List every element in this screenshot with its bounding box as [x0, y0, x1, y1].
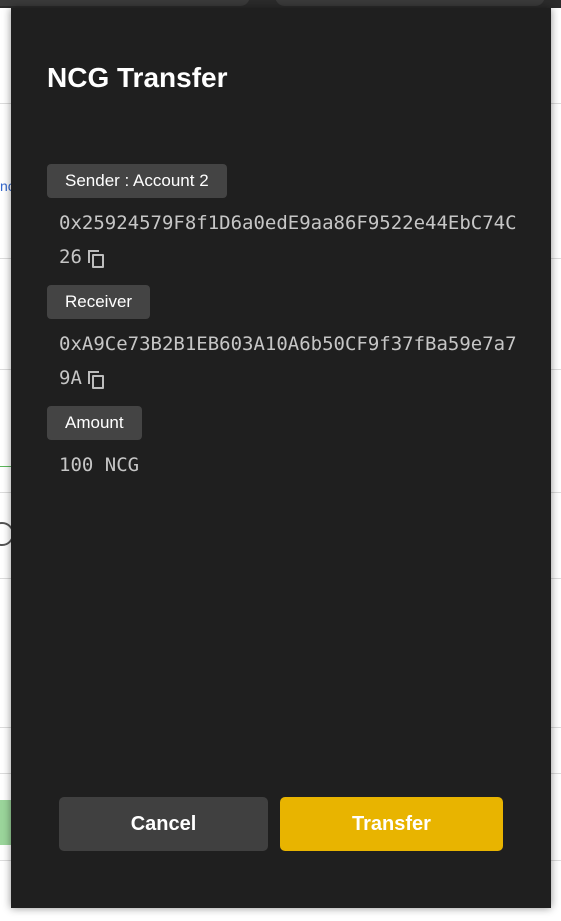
- browser-tab: [0, 0, 250, 6]
- receiver-label: Receiver: [47, 285, 151, 319]
- amount-label: Amount: [47, 406, 142, 440]
- cancel-button[interactable]: Cancel: [59, 797, 268, 851]
- receiver-address: 0xA9Ce73B2B1EB603A10A6b50CF9f37fBa59e7a7…: [59, 333, 517, 389]
- dialog-title: NCG Transfer: [47, 62, 228, 93]
- transfer-button[interactable]: Transfer: [280, 797, 503, 851]
- sender-address-row: 0x25924579F8f1D6a0edE9aa86F9522e44EbC74C…: [59, 206, 519, 274]
- copy-icon[interactable]: [87, 250, 104, 268]
- browser-address-bar: [275, 0, 545, 6]
- sender-address: 0x25924579F8f1D6a0edE9aa86F9522e44EbC74C…: [59, 212, 517, 268]
- receiver-address-row: 0xA9Ce73B2B1EB603A10A6b50CF9f37fBa59e7a7…: [59, 327, 519, 395]
- ncg-transfer-dialog: NCG Transfer Sender : Account 2 0x259245…: [11, 8, 551, 908]
- sender-label: Sender : Account 2: [47, 164, 227, 198]
- copy-icon[interactable]: [87, 371, 104, 389]
- amount-value: 100 NCG: [59, 454, 140, 476]
